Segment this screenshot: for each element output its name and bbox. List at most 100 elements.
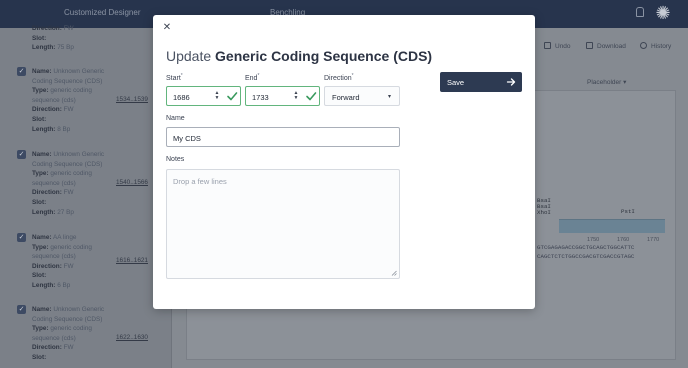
notes-placeholder: Drop a few lines xyxy=(173,177,227,186)
title-prefix: Update xyxy=(166,48,216,64)
logo-icon[interactable]: ✺ xyxy=(654,4,672,22)
placeholder-dropdown[interactable]: Placeholder ▾ xyxy=(587,78,626,86)
type-label: Type: xyxy=(32,170,49,178)
feature-type: generic coding xyxy=(50,243,92,251)
sequence-bottom-strand: CAGCTCTCTGGCCGACGTCGACCGTAGC xyxy=(537,253,635,260)
check-icon xyxy=(227,92,238,101)
end-label-text: End xyxy=(245,75,258,82)
feature-length: 6 Bp xyxy=(57,281,71,289)
slot-label: Slot: xyxy=(32,272,47,280)
download-button[interactable]: Download xyxy=(586,42,626,50)
feature-type: generic coding xyxy=(50,325,92,333)
direction-label: Direction: xyxy=(32,25,62,32)
checkbox[interactable]: ✓ xyxy=(17,233,26,242)
save-button[interactable]: Save xyxy=(440,72,522,92)
start-field[interactable]: 1686 ▲ ▼ xyxy=(166,86,241,106)
checkbox[interactable]: ✓ xyxy=(17,150,26,159)
name-label: Name: xyxy=(32,306,52,313)
feature-annotation-bar[interactable] xyxy=(559,219,665,233)
end-value: 1733 xyxy=(252,93,269,102)
checkbox[interactable]: ✓ xyxy=(17,67,26,76)
undo-icon xyxy=(544,42,551,49)
name-label: Name: xyxy=(32,234,52,241)
feature-type-cont: sequence (cds) xyxy=(32,334,76,342)
start-value: 1686 xyxy=(173,93,190,102)
feature-type: generic coding xyxy=(50,170,92,178)
feature-direction: FW xyxy=(63,262,74,270)
feature-name-cont: Coding Sequence (CDS) xyxy=(32,315,103,323)
feature-direction: FW xyxy=(63,344,74,352)
start-label: Start* xyxy=(166,73,183,82)
direction-label: Direction: xyxy=(32,106,62,114)
type-label: Type: xyxy=(32,87,49,95)
type-label: Type: xyxy=(32,325,49,333)
feature-direction: FW xyxy=(63,106,74,114)
check-icon xyxy=(306,92,317,101)
arrow-right-icon xyxy=(506,78,516,86)
direction-label-text: Direction xyxy=(324,75,352,82)
feature-type-cont: sequence (cds) xyxy=(32,253,76,261)
feature-type: generic coding xyxy=(50,87,92,95)
checkbox[interactable]: ✓ xyxy=(17,305,26,314)
ruler-tick: 1770 xyxy=(647,237,660,243)
notes-label: Notes xyxy=(166,156,185,163)
chevron-down-icon: ▾ xyxy=(388,94,392,100)
name-label: Name: xyxy=(32,151,52,158)
required-mark: * xyxy=(180,73,183,79)
placeholder-label: Placeholder xyxy=(587,79,622,86)
direction-value: FW xyxy=(63,25,74,32)
name-input[interactable]: My CDS xyxy=(166,127,400,147)
type-label: Type: xyxy=(32,243,49,251)
history-label: History xyxy=(651,43,672,50)
slot-label: Slot: xyxy=(32,353,47,361)
name-label: Name: xyxy=(32,68,52,75)
length-label: Length: xyxy=(32,125,56,133)
feature-type-cont: sequence (cds) xyxy=(32,96,76,104)
download-icon xyxy=(586,42,593,49)
feature-name-cont: Coding Sequence (CDS) xyxy=(32,160,103,168)
slot-label: Slot: xyxy=(32,34,47,42)
enzyme-label: BsaI BsaI XhoI xyxy=(537,197,551,216)
enzyme-label: PstI xyxy=(621,208,635,215)
length-label: Length: xyxy=(32,44,56,52)
feature-length: 27 Bp xyxy=(57,208,74,216)
name-label: Name xyxy=(166,115,185,122)
start-label-text: Start xyxy=(166,75,181,82)
direction-select[interactable]: Forward ▾ xyxy=(324,86,400,106)
direction-label: Direction* xyxy=(324,73,354,82)
end-label: End* xyxy=(245,73,259,82)
feature-range-link[interactable]: 1534..1539 xyxy=(116,96,148,103)
feature-range-link[interactable]: 1540..1566 xyxy=(116,179,148,186)
feature-range-link[interactable]: 1616..1621 xyxy=(116,257,148,264)
title-feature-type: Generic Coding Sequence (CDS) xyxy=(215,48,433,64)
history-button[interactable]: History xyxy=(640,42,671,50)
feature-range-link[interactable]: 1622..1630 xyxy=(116,334,148,341)
feature-name: AA linge xyxy=(52,234,77,241)
end-field[interactable]: 1733 ▲ ▼ xyxy=(245,86,320,106)
feature-type-cont: sequence (cds) xyxy=(32,179,76,187)
breadcrumb[interactable]: Customized Designer xyxy=(64,8,140,17)
download-label: Download xyxy=(597,43,626,50)
history-icon xyxy=(640,42,647,49)
slot-label: Slot: xyxy=(32,198,47,206)
notes-textarea[interactable]: Drop a few lines xyxy=(166,169,400,279)
modal-title: Update Generic Coding Sequence (CDS) xyxy=(166,48,432,64)
bell-icon[interactable] xyxy=(636,7,644,17)
save-label: Save xyxy=(447,78,465,87)
resize-handle-icon[interactable] xyxy=(391,270,397,276)
direction-label: Direction: xyxy=(32,189,62,197)
direction-label: Direction: xyxy=(32,262,62,270)
feature-direction: FW xyxy=(63,189,74,197)
feature-name: Unknown Generic xyxy=(53,306,105,313)
ruler-tick: 1760 xyxy=(617,237,630,243)
stepper-icon[interactable]: ▲ ▼ xyxy=(293,91,299,101)
undo-button[interactable]: Undo xyxy=(544,42,571,50)
slot-label: Slot: xyxy=(32,115,47,123)
feature-name-cont: Coding Sequence (CDS) xyxy=(32,77,103,85)
length-label: Length: xyxy=(32,208,56,216)
update-feature-modal: ✕ Update Generic Coding Sequence (CDS) S… xyxy=(153,15,535,309)
feature-length: 8 Bp xyxy=(57,125,71,133)
stepper-icon[interactable]: ▲ ▼ xyxy=(214,91,220,101)
close-icon[interactable]: ✕ xyxy=(161,22,173,34)
direction-label: Direction: xyxy=(32,344,62,352)
